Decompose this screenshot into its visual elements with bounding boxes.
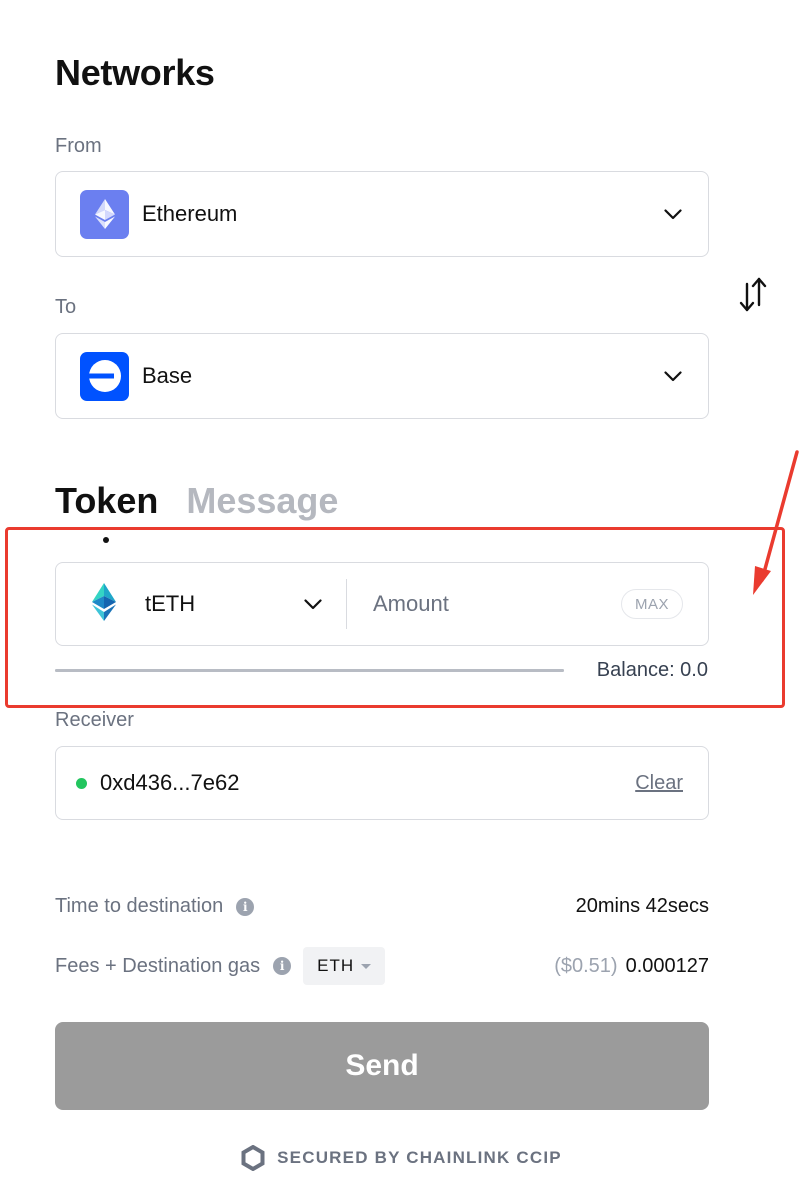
time-value: 20mins 42secs [575, 895, 709, 917]
transfer-type-tabs: Token Message [55, 480, 338, 522]
fees-row: Fees + Destination gas i ETH ($0.51) 0.0… [55, 947, 709, 985]
ethereum-icon [80, 189, 129, 239]
tab-token[interactable]: Token [55, 480, 158, 522]
active-tab-indicator [103, 537, 109, 543]
caret-down-icon [361, 963, 372, 969]
base-icon [80, 351, 129, 401]
annotation-arrow-icon [753, 450, 799, 595]
chainlink-hexagon-icon [241, 1145, 265, 1171]
from-network-name: Ethereum [142, 201, 238, 226]
chevron-down-icon [662, 365, 684, 387]
networks-heading: Networks [55, 52, 215, 93]
balance-text: Balance: 0.0 [596, 659, 708, 681]
info-icon[interactable]: i [236, 897, 255, 916]
balance-bar [55, 669, 564, 672]
amount-input[interactable] [373, 591, 593, 617]
fee-token-select[interactable]: ETH [303, 947, 386, 985]
fee-amount: 0.000127 [625, 954, 709, 977]
tab-message[interactable]: Message [186, 480, 338, 522]
connected-status-dot [76, 777, 87, 789]
fee-token-label: ETH [317, 956, 355, 975]
time-label: Time to destination [55, 895, 224, 917]
chevron-down-icon [302, 593, 324, 615]
field-divider [346, 579, 347, 629]
max-button[interactable]: MAX [620, 589, 683, 619]
footer-text: SECURED BY CHAINLINK CCIP [277, 1148, 562, 1167]
fees-label: Fees + Destination gas [55, 954, 261, 977]
to-network-name: Base [142, 363, 193, 388]
token-select[interactable]: tETH [56, 563, 346, 645]
time-to-destination-row: Time to destination i 20mins 42secs [55, 895, 709, 918]
token-amount-field: tETH MAX [55, 562, 709, 646]
info-icon[interactable]: i [273, 957, 292, 975]
receiver-address: 0xd436...7e62 [100, 770, 240, 795]
chevron-down-icon [662, 203, 684, 225]
clear-receiver-link[interactable]: Clear [635, 772, 683, 795]
token-name: tETH [145, 591, 196, 616]
swap-networks-button[interactable] [737, 275, 769, 315]
receiver-label: Receiver [55, 709, 134, 731]
balance-bar-fill [55, 669, 564, 672]
swap-arrows-icon [739, 277, 767, 312]
to-label: To [55, 296, 77, 318]
from-label: From [55, 135, 102, 157]
fee-usd: ($0.51) [554, 954, 618, 977]
receiver-field[interactable]: 0xd436...7e62 Clear [55, 746, 709, 820]
to-network-select[interactable]: Base [55, 333, 709, 419]
teth-icon [91, 582, 117, 627]
footer: SECURED BY CHAINLINK CCIP [0, 1145, 803, 1171]
from-network-select[interactable]: Ethereum [55, 171, 709, 257]
send-button[interactable]: Send [55, 1022, 709, 1110]
